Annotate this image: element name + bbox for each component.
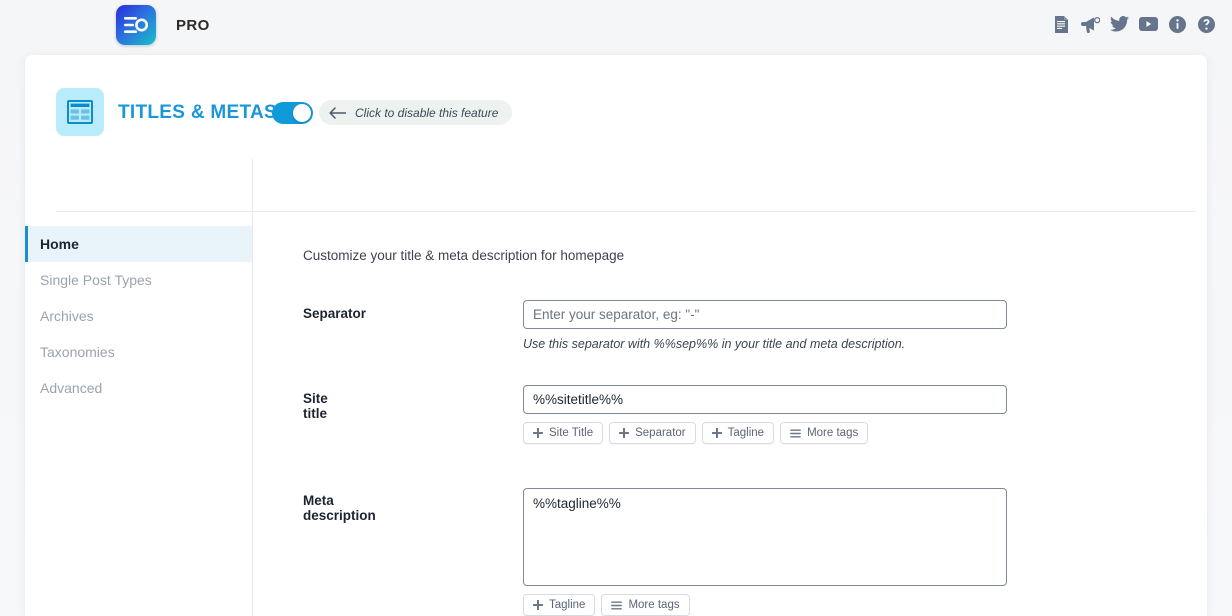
tag-button-label: Tagline	[728, 427, 764, 439]
meta-description-field-wrap: %%tagline%% Tagline	[523, 488, 1007, 616]
info-icon[interactable]	[1167, 14, 1187, 34]
plus-icon	[712, 428, 722, 438]
page-title: TITLES & METAS	[118, 102, 277, 124]
card-body: Home Single Post Types Archives Taxonomi…	[25, 159, 1207, 616]
card-header: TITLES & METAS Click to disable this fea…	[25, 55, 1207, 158]
insert-tagline-button[interactable]: Tagline	[702, 422, 774, 444]
tag-button-label: Separator	[635, 427, 686, 439]
top-bar: PRO	[0, 0, 1232, 50]
site-title-field-wrap: Site Title Separator	[523, 385, 1007, 444]
tag-button-label: More tags	[628, 599, 679, 611]
plus-icon	[533, 600, 543, 610]
megaphone-icon[interactable]	[1080, 14, 1100, 34]
hamburger-icon	[611, 601, 622, 610]
settings-sidebar: Home Single Post Types Archives Taxonomi…	[25, 159, 253, 616]
more-tags-button[interactable]: More tags	[780, 422, 868, 444]
insert-tagline-button[interactable]: Tagline	[523, 594, 595, 616]
separator-input[interactable]	[523, 300, 1007, 329]
meta-description-tag-buttons: Tagline More tags	[523, 594, 1007, 616]
site-title-input[interactable]	[523, 385, 1007, 414]
separator-help-text: Use this separator with %%sep%% in your …	[523, 337, 1007, 351]
sidebar-item-archives[interactable]: Archives	[25, 298, 252, 334]
sidebar-item-advanced[interactable]: Advanced	[25, 370, 252, 406]
meta-description-label: Meta description	[303, 493, 376, 523]
arrow-left-icon	[329, 107, 346, 119]
plus-icon	[619, 428, 629, 438]
table-layout-icon	[56, 88, 104, 136]
brand: PRO	[116, 5, 210, 45]
site-title-tag-buttons: Site Title Separator	[523, 422, 1007, 444]
separator-label: Separator	[303, 306, 366, 321]
sidebar-item-single-post-types[interactable]: Single Post Types	[25, 262, 252, 298]
sidebar-item-label: Archives	[40, 308, 94, 324]
meta-description-textarea[interactable]: %%tagline%%	[523, 488, 1007, 586]
sidebar-item-label: Home	[40, 236, 79, 252]
sidebar-nav: Home Single Post Types Archives Taxonomi…	[25, 226, 252, 406]
sidebar-item-home[interactable]: Home	[25, 226, 252, 262]
eo-logo-glyph	[124, 15, 148, 35]
hamburger-icon	[790, 429, 801, 438]
help-icon[interactable]	[1196, 14, 1216, 34]
tag-button-label: Tagline	[549, 599, 585, 611]
insert-separator-button[interactable]: Separator	[609, 422, 696, 444]
toggle-knob	[293, 104, 311, 122]
toggle-hint: Click to disable this feature	[319, 100, 512, 125]
site-title-label: Site title	[303, 391, 328, 421]
twitter-icon[interactable]	[1109, 14, 1129, 34]
feature-toggle[interactable]	[272, 102, 313, 124]
app-root: PRO	[0, 0, 1232, 616]
sidebar-item-label: Advanced	[40, 380, 102, 396]
youtube-icon[interactable]	[1138, 14, 1158, 34]
top-bar-icons	[1051, 14, 1216, 34]
sidebar-item-taxonomies[interactable]: Taxonomies	[25, 334, 252, 370]
settings-card: TITLES & METAS Click to disable this fea…	[25, 55, 1207, 616]
tag-button-label: Site Title	[549, 427, 593, 439]
section-description: Customize your title & meta description …	[303, 248, 624, 263]
plus-icon	[533, 428, 543, 438]
settings-content: Customize your title & meta description …	[253, 159, 1207, 616]
insert-site-title-button[interactable]: Site Title	[523, 422, 603, 444]
eo-logo-icon[interactable]	[116, 5, 156, 45]
sidebar-item-label: Single Post Types	[40, 272, 152, 288]
table-layout-glyph	[67, 100, 93, 124]
sidebar-item-label: Taxonomies	[40, 344, 115, 360]
document-icon[interactable]	[1051, 14, 1071, 34]
separator-field-wrap: Use this separator with %%sep%% in your …	[523, 300, 1007, 351]
toggle-hint-text: Click to disable this feature	[355, 106, 498, 120]
tag-button-label: More tags	[807, 427, 858, 439]
pro-label: PRO	[176, 17, 210, 34]
more-tags-button[interactable]: More tags	[601, 594, 689, 616]
